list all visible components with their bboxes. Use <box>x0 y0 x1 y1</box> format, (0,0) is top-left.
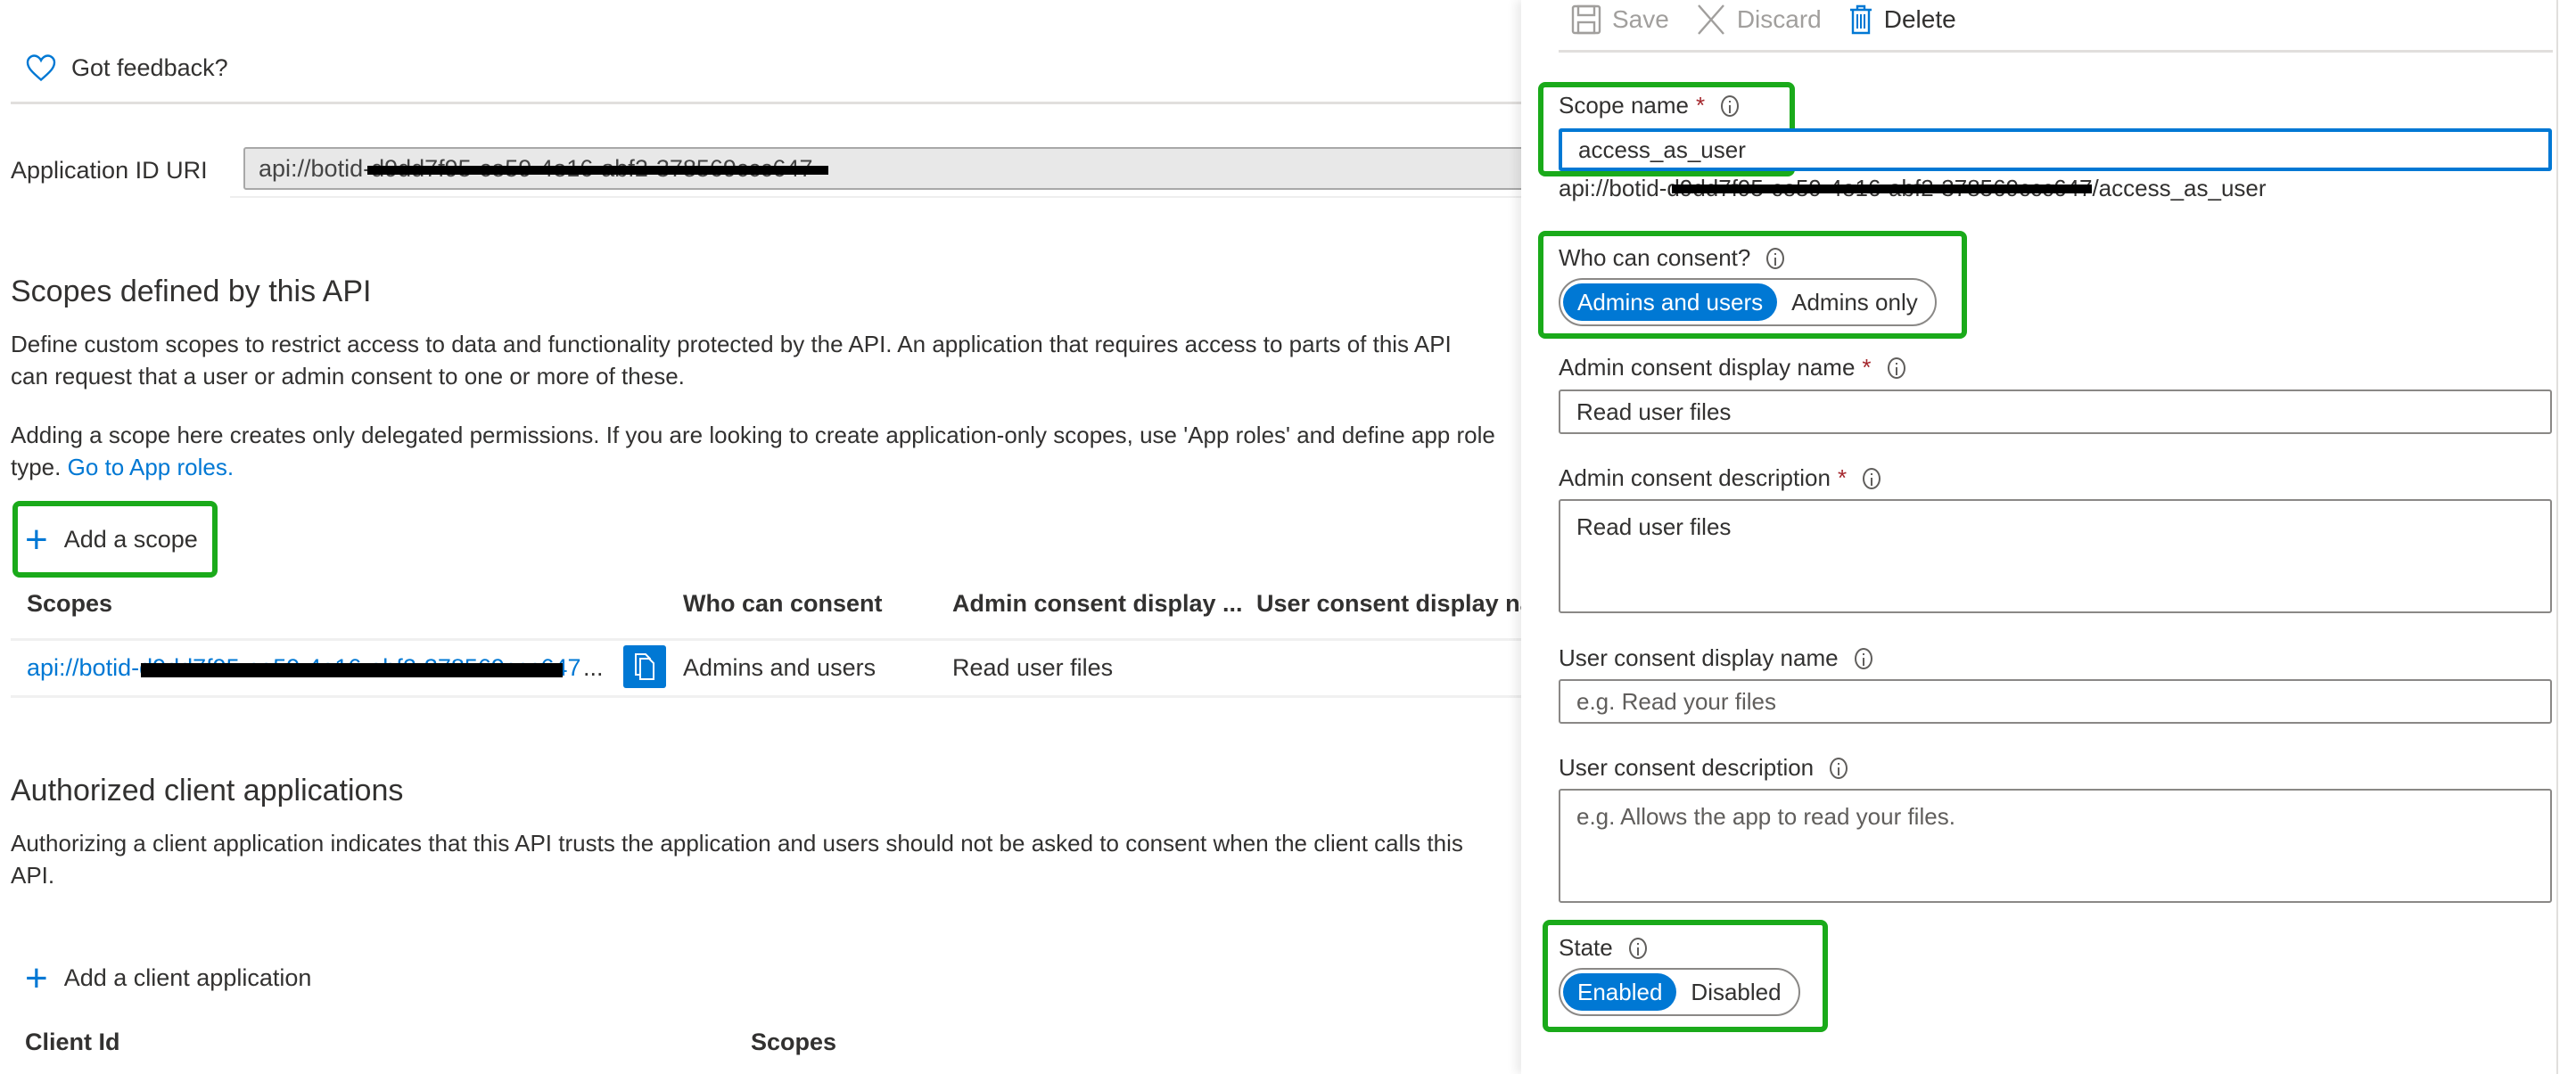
trash-icon <box>1849 4 1872 35</box>
info-icon[interactable] <box>1766 247 1785 269</box>
user-consent-display-name-input[interactable] <box>1559 679 2552 724</box>
redaction-bar <box>367 166 829 175</box>
cell-who-can-consent: Admins and users <box>683 654 876 681</box>
admin-consent-description-input[interactable]: Read user files <box>1559 499 2552 613</box>
add-client-application-button[interactable]: + Add a client application <box>25 955 311 1000</box>
info-icon[interactable] <box>1628 937 1647 959</box>
column-header-client-scopes[interactable]: Scopes <box>751 1029 836 1056</box>
copy-icon <box>635 653 654 680</box>
divider <box>11 102 1527 104</box>
column-header-client-id[interactable]: Client Id <box>25 1029 120 1056</box>
add-scope-button[interactable]: + Add a scope <box>25 517 198 562</box>
admin-consent-display-name-input[interactable] <box>1559 389 2552 434</box>
application-id-uri-label: Application ID URI <box>11 157 208 184</box>
scopes-note-continued: type. Go to App roles. <box>11 454 235 480</box>
who-can-consent-toggle: Admins and users Admins only <box>1559 278 1937 326</box>
redacted-id: d9dd7f95-ce59-4e16-abf2-378569ccc647 <box>1667 175 2093 201</box>
copy-button[interactable] <box>623 645 666 688</box>
user-consent-description-label: User consent description <box>1559 754 1848 782</box>
authorized-clients-title: Authorized client applications <box>11 774 404 808</box>
info-icon[interactable] <box>1863 467 1881 489</box>
option-enabled[interactable]: Enabled <box>1563 973 1677 1011</box>
divider <box>1559 50 2553 53</box>
scope-ellipsis: ... <box>583 654 604 681</box>
required-indicator: * <box>1862 354 1872 381</box>
cell-admin-consent-display: Read user files <box>952 654 1114 681</box>
admin-consent-description-label: Admin consent description * <box>1559 464 1881 492</box>
user-consent-display-name-label: User consent display name <box>1559 644 1872 672</box>
column-header-scopes[interactable]: Scopes <box>27 590 112 618</box>
option-disabled[interactable]: Disabled <box>1676 973 1795 1011</box>
save-icon <box>1571 4 1601 35</box>
authorized-clients-description: Authorizing a client application indicat… <box>11 830 1463 889</box>
redaction-bar <box>141 663 564 677</box>
plus-icon: + <box>25 955 48 1000</box>
heart-icon <box>26 54 56 82</box>
discard-button[interactable]: Discard <box>1696 4 1822 36</box>
state-label: State <box>1559 934 1647 962</box>
plus-icon: + <box>25 517 48 562</box>
scope-name-input[interactable] <box>1559 128 2552 171</box>
column-header-user-consent-display[interactable]: User consent display na.. <box>1256 590 1547 618</box>
scope-link[interactable]: api://botid-d9dd7f95-ce59-4e16-abf2-3785… <box>27 654 597 682</box>
uri-prefix: api://botid- <box>259 155 372 182</box>
scopes-note: Adding a scope here creates only delegat… <box>11 422 1495 448</box>
column-header-who-can-consent[interactable]: Who can consent <box>683 590 883 618</box>
scrollbar[interactable] <box>2556 0 2558 1074</box>
divider <box>11 638 1527 641</box>
application-id-uri-value: api://botid-d9dd7f95-ce59-4e16-abf2-3785… <box>259 155 829 183</box>
panel-toolbar: Save Discard Delete <box>1571 0 1972 39</box>
info-icon[interactable] <box>1721 94 1740 117</box>
scope-full-uri: api://botid-d9dd7f95-ce59-4e16-abf2-3785… <box>1559 175 2267 201</box>
delete-button[interactable]: Delete <box>1848 4 1956 36</box>
info-icon[interactable] <box>1830 757 1848 779</box>
option-admins-only[interactable]: Admins only <box>1777 283 1932 321</box>
redacted-id: d9dd7f95-ce59-4e16-abf2-378569ccc647 <box>367 155 829 182</box>
scope-name-label: Scope name * <box>1559 92 1740 119</box>
feedback-label: Got feedback? <box>71 53 228 81</box>
scopes-section-title: Scopes defined by this API <box>11 275 372 308</box>
info-icon[interactable] <box>1854 647 1872 669</box>
option-admins-and-users[interactable]: Admins and users <box>1563 283 1778 321</box>
feedback-button[interactable]: Got feedback? <box>25 52 228 84</box>
redaction-bar <box>1672 184 2093 193</box>
divider <box>11 695 1527 698</box>
close-icon <box>1697 4 1724 35</box>
required-indicator: * <box>1837 464 1848 491</box>
required-indicator: * <box>1695 92 1706 119</box>
save-button[interactable]: Save <box>1571 4 1669 35</box>
scopes-description: Define custom scopes to restrict access … <box>11 331 1452 389</box>
go-to-app-roles-link[interactable]: Go to App roles. <box>68 454 234 480</box>
column-header-admin-consent-display[interactable]: Admin consent display ... <box>952 590 1243 618</box>
redacted-id: d9dd7f95-ce59-4e16-abf2-378569ccc647 <box>139 654 580 681</box>
admin-consent-display-name-label: Admin consent display name * <box>1559 354 1905 381</box>
divider <box>230 196 1523 198</box>
info-icon[interactable] <box>1887 357 1905 379</box>
user-consent-description-input[interactable] <box>1559 789 2552 903</box>
who-can-consent-label: Who can consent? <box>1559 244 1785 272</box>
state-toggle: Enabled Disabled <box>1559 968 1800 1016</box>
